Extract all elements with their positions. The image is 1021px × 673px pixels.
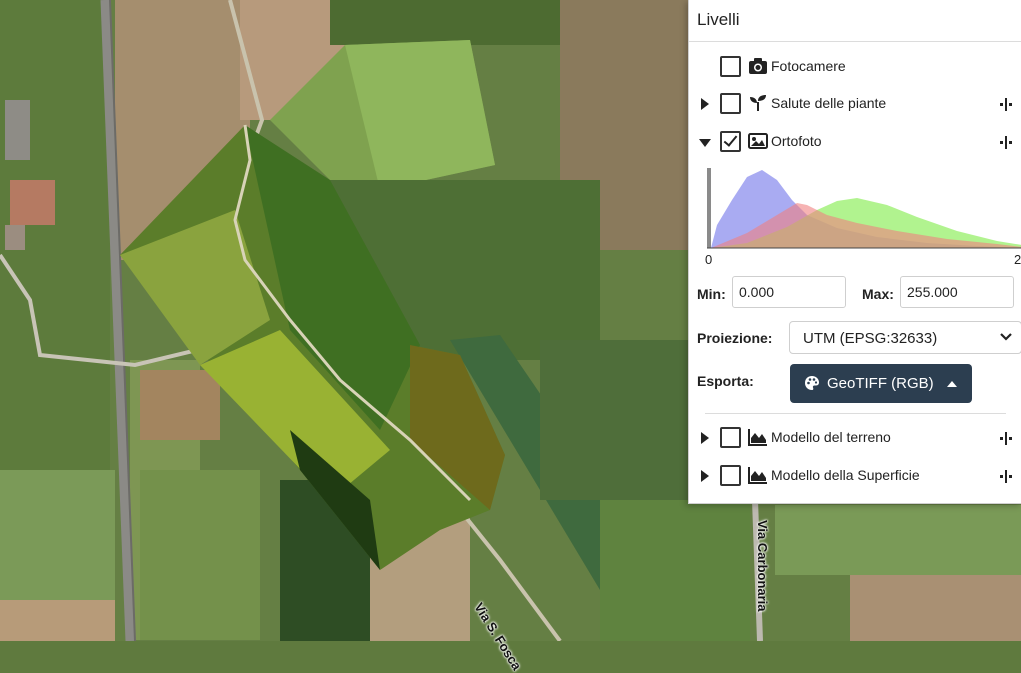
- camera-icon: [749, 58, 767, 74]
- layer-checkbox-ortofoto[interactable]: [720, 131, 741, 152]
- layer-checkbox-salute-delle-piante[interactable]: [720, 93, 741, 114]
- histogram-axis-min: 0: [705, 252, 713, 267]
- chevron-down-icon: [1000, 333, 1012, 341]
- caret-up-icon[interactable]: [947, 381, 957, 387]
- drag-handle-icon[interactable]: [998, 468, 1014, 484]
- checkmark-icon: [723, 132, 738, 147]
- min-input[interactable]: [732, 276, 846, 308]
- drag-handle-icon[interactable]: [998, 134, 1014, 150]
- area-chart-icon: [748, 429, 767, 446]
- projection-label: Proiezione:: [697, 330, 773, 346]
- palette-icon: [805, 376, 819, 390]
- export-button[interactable]: GeoTIFF (RGB): [790, 364, 972, 403]
- layer-row-fotocamere[interactable]: Fotocamere: [689, 53, 1021, 83]
- layer-label: Modello del terreno: [771, 429, 891, 445]
- histogram-chart[interactable]: [707, 165, 1021, 251]
- projection-value: UTM (EPSG:32633): [803, 330, 938, 347]
- divider: [705, 413, 1006, 414]
- histogram-axis-max: 2: [1014, 252, 1021, 267]
- layer-label: Salute delle piante: [771, 95, 887, 111]
- expand-caret-icon[interactable]: [701, 470, 709, 482]
- area-chart-icon: [748, 467, 767, 484]
- export-button-label: GeoTIFF (RGB): [827, 375, 934, 392]
- max-input[interactable]: [900, 276, 1014, 308]
- export-label: Esporta:: [697, 373, 754, 389]
- divider: [689, 41, 1021, 42]
- layer-checkbox-fotocamere[interactable]: [720, 56, 741, 77]
- layer-checkbox-modello-del-terreno[interactable]: [720, 427, 741, 448]
- layer-row-modello-del-terreno[interactable]: Modello del terreno: [689, 424, 1021, 454]
- layers-panel: Livelli Fotocamere Salute delle piante O…: [688, 0, 1021, 504]
- layer-label: Ortofoto: [771, 133, 822, 149]
- expand-caret-icon[interactable]: [701, 98, 709, 110]
- seedling-icon: [750, 95, 766, 111]
- expand-caret-icon[interactable]: [701, 432, 709, 444]
- layer-label: Fotocamere: [771, 58, 846, 74]
- image-icon: [748, 133, 768, 149]
- layer-row-modello-della-superficie[interactable]: Modello della Superficie: [689, 462, 1021, 492]
- max-label: Max:: [862, 286, 894, 302]
- layer-label: Modello della Superficie: [771, 467, 920, 483]
- layer-checkbox-modello-della-superficie[interactable]: [720, 465, 741, 486]
- layer-row-ortofoto[interactable]: Ortofoto: [689, 128, 1021, 158]
- road-label-via-carbonaria: Via Carbonaria: [755, 520, 770, 612]
- layer-row-salute-delle-piante[interactable]: Salute delle piante: [689, 90, 1021, 120]
- drag-handle-icon[interactable]: [998, 430, 1014, 446]
- collapse-caret-icon[interactable]: [699, 139, 711, 147]
- drag-handle-icon[interactable]: [998, 96, 1014, 112]
- projection-select[interactable]: UTM (EPSG:32633): [789, 321, 1021, 354]
- panel-title: Livelli: [697, 10, 740, 29]
- min-label: Min:: [697, 286, 726, 302]
